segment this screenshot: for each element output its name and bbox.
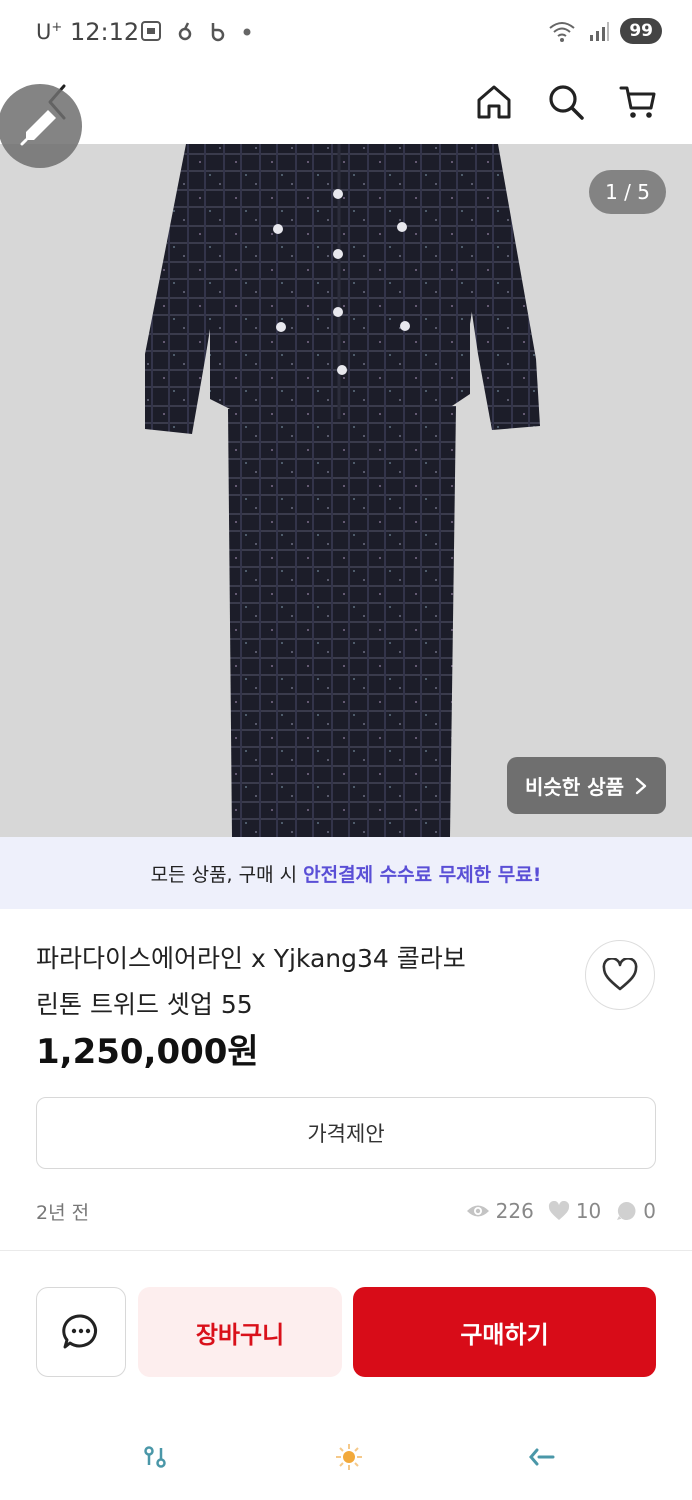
system-icons: 99 xyxy=(548,18,662,44)
product-stats: 226 10 0 xyxy=(466,1199,656,1223)
sun-home-icon xyxy=(336,1444,362,1470)
more-notifications-dot-icon xyxy=(243,28,251,36)
posted-time: 2년 전 xyxy=(36,1201,90,1224)
comment-bubble-icon xyxy=(617,1201,636,1220)
product-photo xyxy=(145,144,540,837)
likes-count: 10 xyxy=(575,1199,602,1223)
like-button[interactable] xyxy=(585,940,655,1010)
status-time: 12:12 xyxy=(70,18,140,46)
recent-apps-button[interactable] xyxy=(136,1442,176,1472)
product-title-line1: 파라다이스에어라인 x Yjkang34 콜라보 xyxy=(36,944,466,973)
product-meta: 2년 전 226 10 0 xyxy=(36,1196,656,1226)
edit-floating-button[interactable] xyxy=(0,84,82,168)
carrier-label: U+ xyxy=(36,20,63,44)
recent-apps-icon xyxy=(144,1446,166,1468)
promo-highlight: 안전결제 수수료 무제한 무료! xyxy=(303,863,542,886)
add-to-cart-button[interactable]: 장바구니 xyxy=(138,1287,342,1377)
image-counter: 1 / 5 xyxy=(589,170,666,214)
cart-icon xyxy=(619,86,656,118)
chat-button[interactable] xyxy=(36,1287,126,1377)
heart-icon xyxy=(602,958,638,991)
signal-icon xyxy=(590,22,610,41)
views-count: 226 xyxy=(495,1199,534,1223)
status-bar: U+ 12:12 99 xyxy=(0,0,692,66)
search-button[interactable] xyxy=(546,82,586,122)
wifi-icon xyxy=(549,22,575,42)
app-notification-icon xyxy=(178,22,192,41)
eye-icon xyxy=(466,1205,489,1217)
notification-icons xyxy=(140,20,252,42)
back-nav-button[interactable] xyxy=(522,1442,562,1472)
product-title-line2: 린톤 트위드 셋업 55 xyxy=(36,990,253,1019)
views-stat: 226 xyxy=(466,1199,534,1223)
comments-stat: 0 xyxy=(615,1199,656,1223)
product-image-carousel[interactable]: 1 / 5 비슷한 상품 xyxy=(0,144,692,837)
product-title: 파라다이스에어라인 x Yjkang34 콜라보 린톤 트위드 셋업 55 xyxy=(36,936,536,1028)
home-icon xyxy=(477,85,511,119)
system-navigation-bar xyxy=(0,1420,692,1500)
back-nav-icon xyxy=(529,1448,555,1466)
chevron-right-icon xyxy=(635,777,647,794)
promo-text: 모든 상품, 구매 시 xyxy=(150,863,298,886)
screenshot-icon xyxy=(141,21,161,41)
section-divider xyxy=(0,1250,692,1251)
b-app-icon xyxy=(211,23,225,42)
promo-banner[interactable]: 모든 상품, 구매 시 안전결제 수수료 무제한 무료! xyxy=(0,837,692,909)
chat-bubble-icon xyxy=(62,1314,97,1349)
similar-products-label: 비슷한 상품 xyxy=(525,775,624,799)
app-header xyxy=(0,66,692,144)
home-button[interactable] xyxy=(474,82,514,122)
pen-icon xyxy=(20,110,56,146)
heart-filled-icon xyxy=(548,1201,569,1220)
cart-button[interactable] xyxy=(618,82,658,122)
search-icon xyxy=(549,85,584,120)
price-offer-button[interactable]: 가격제안 xyxy=(36,1097,656,1169)
likes-stat: 10 xyxy=(548,1199,601,1223)
comments-count: 0 xyxy=(643,1199,656,1223)
buy-button[interactable]: 구매하기 xyxy=(353,1287,656,1377)
product-price: 1,250,000원 xyxy=(36,1032,259,1072)
similar-products-button[interactable]: 비슷한 상품 xyxy=(507,757,666,814)
battery-indicator: 99 xyxy=(620,18,662,44)
home-nav-button[interactable] xyxy=(329,1442,369,1472)
